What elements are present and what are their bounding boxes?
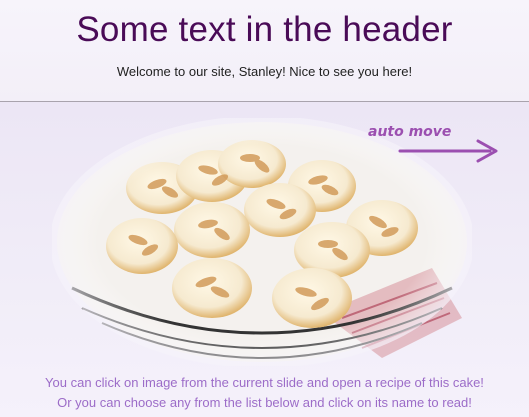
caption-line-1: You can click on image from the current … <box>45 375 484 390</box>
caption-line-2: Or you can choose any from the list belo… <box>57 395 472 410</box>
arrow-right-icon[interactable] <box>398 138 503 164</box>
welcome-message: Welcome to our site, Stanley! Nice to se… <box>116 64 413 79</box>
page-title: Some text in the header <box>76 10 453 49</box>
page-header: Some text in the header Welcome to our s… <box>0 0 529 101</box>
